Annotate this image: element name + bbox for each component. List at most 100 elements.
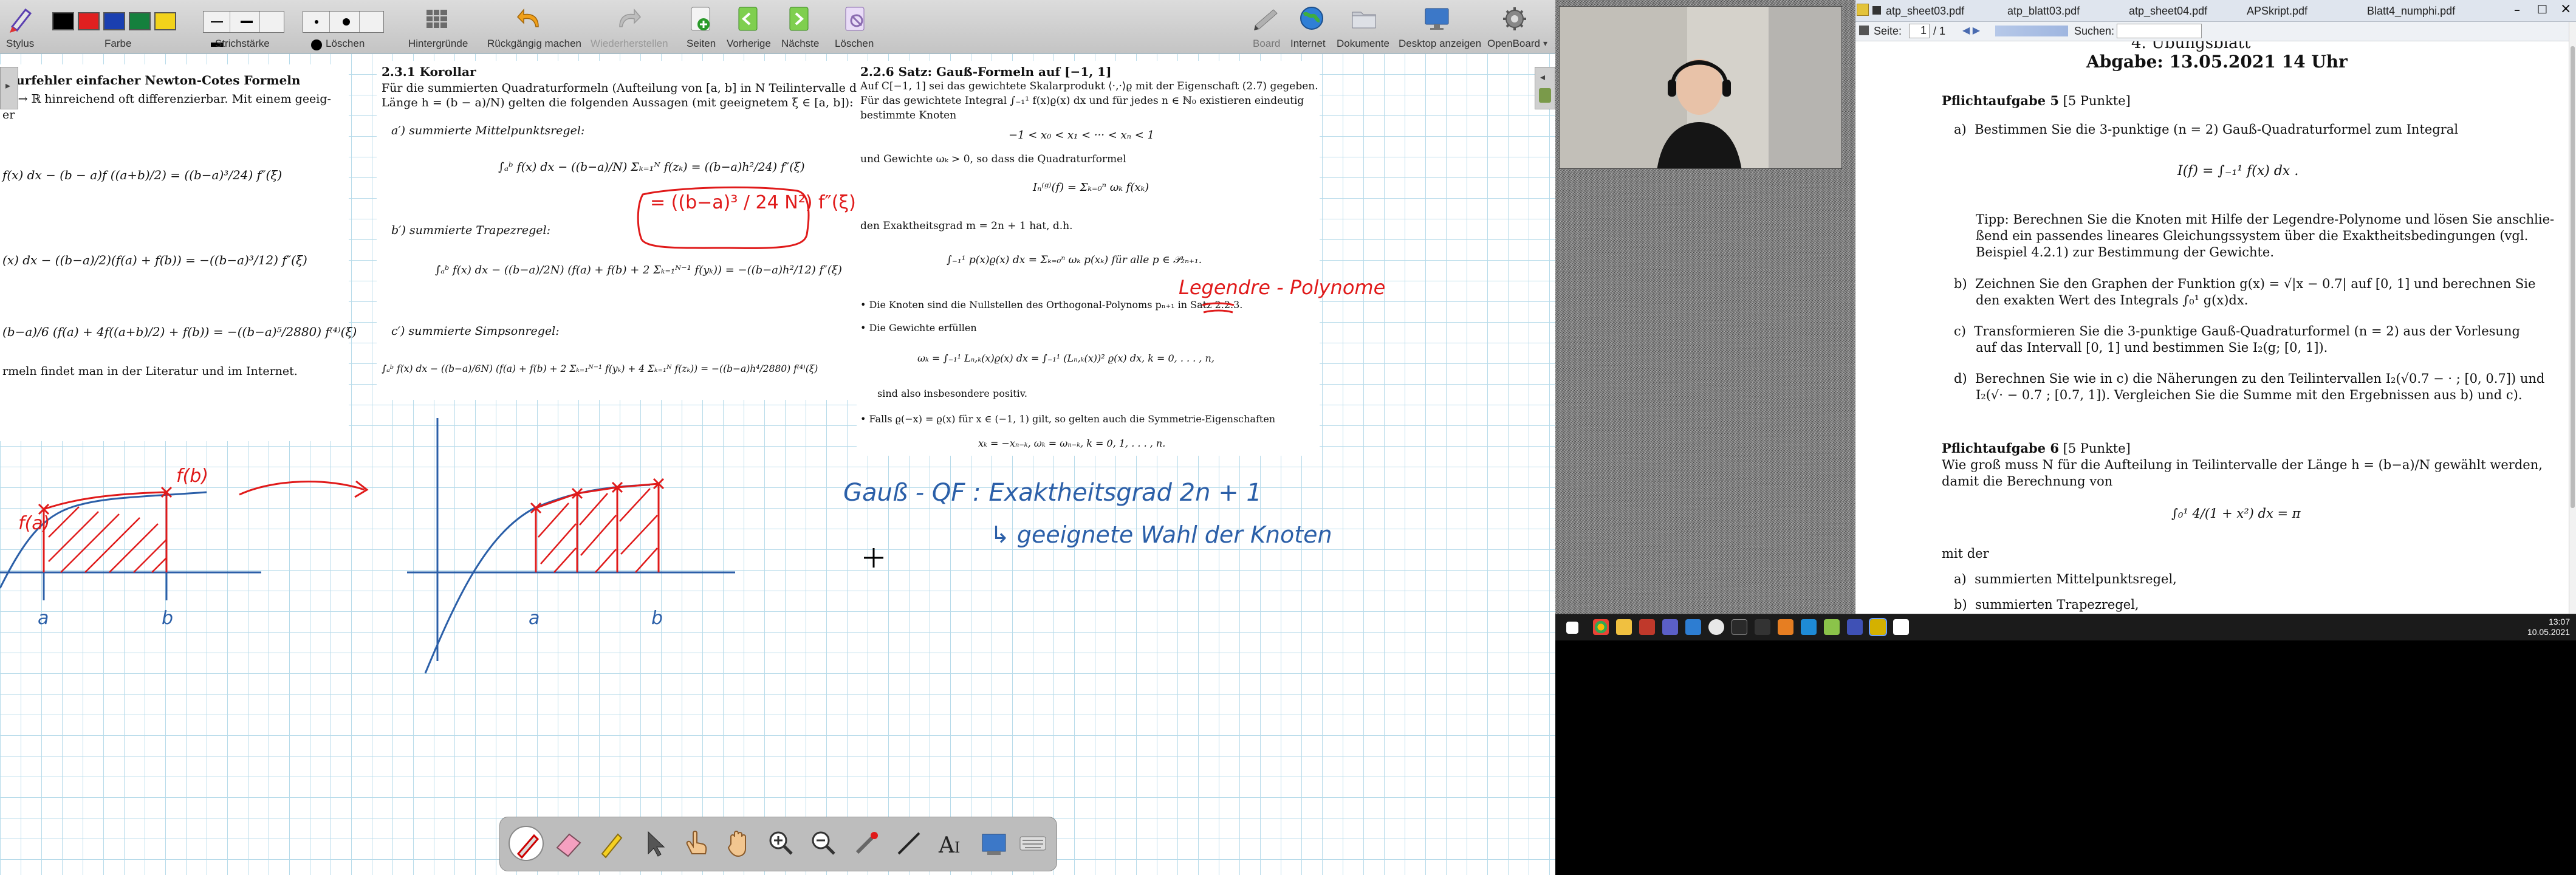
task5-integral: I(f) = ∫₋₁¹ f(x) dx . — [2177, 163, 2299, 179]
start-windows-icon[interactable] — [1566, 622, 1578, 634]
zoom-out-icon[interactable] — [806, 826, 841, 861]
background-label: Hintergründe — [408, 38, 468, 49]
explorer-folder-icon[interactable] — [1616, 619, 1632, 635]
redo-icon[interactable] — [611, 2, 644, 35]
pdf-toolbar: Seite: 1 / 1 ◀ ▶ Suchen: — [1855, 22, 2576, 41]
board-mode-icon[interactable] — [1249, 2, 1282, 35]
selector-arrow-icon[interactable] — [636, 826, 671, 861]
text-tool-icon[interactable]: AI — [934, 826, 969, 861]
left-panel-toggle[interactable]: ▸ — [0, 67, 18, 109]
taskbar-app-icon[interactable] — [1685, 619, 1701, 635]
satz-text: bestimmte Knoten — [860, 109, 957, 122]
sketch-plot-left — [0, 486, 261, 600]
documents-folder-icon[interactable] — [1348, 2, 1380, 35]
floating-tool-palette: AI — [499, 817, 1057, 871]
pdf-tab[interactable]: atp_sheet03.pdf — [1886, 5, 1964, 18]
highlighter-tool-icon[interactable] — [594, 826, 629, 861]
taskbar-app-icon[interactable] — [1708, 619, 1724, 635]
korollar-formula-c: ∫ₐᵇ f(x) dx − ((b−a)/6N) (f(a) + f(b) + … — [382, 363, 818, 374]
korollar-item-b: b′) summierte Trapezregel: — [391, 224, 550, 237]
sheet-title: 4. Übungsblatt — [2131, 41, 2251, 52]
app-logo-icon — [1857, 4, 1869, 16]
satz-text: Für das gewichtete Integral ∫₋₁¹ f(x)ϱ(x… — [860, 95, 1304, 107]
eraser-tool-icon[interactable] — [551, 826, 586, 861]
openboard-label: OpenBoard — [1487, 38, 1540, 49]
internet-globe-icon[interactable] — [1295, 2, 1328, 35]
taskbar-app-icon[interactable] — [1639, 619, 1655, 635]
zoom-controls-icon[interactable] — [1995, 26, 2068, 36]
sidebar-toggle-icon[interactable] — [1859, 26, 1869, 35]
search-input[interactable] — [2117, 24, 2202, 38]
pdf-tab[interactable]: atp_sheet04.pdf — [2129, 5, 2207, 18]
clock-time: 13:07 — [2548, 617, 2570, 626]
document-page-left: aturfehler einfacher Newton-Cotes Formel… — [0, 64, 357, 441]
sketch-label-b: b — [162, 608, 174, 629]
right-panel-toggle[interactable]: ◂ — [1535, 67, 1555, 109]
color-red-swatch[interactable] — [78, 12, 100, 30]
pdf-page[interactable]: 4. Übungsblatt Abgabe: 13.05.2021 14 Uhr… — [1855, 41, 2570, 620]
page-label: Seite: — [1874, 25, 1902, 37]
pdf-tab[interactable]: atp_blatt03.pdf — [2007, 5, 2080, 18]
interact-hand-icon[interactable] — [679, 826, 714, 861]
whiteboard-canvas[interactable]: aturfehler einfacher Newton-Cotes Formel… — [0, 53, 1555, 875]
pdf-scrollbar[interactable] — [2569, 22, 2576, 620]
pdf-tab-active[interactable]: Blatt4_numphi.pdf — [2367, 5, 2455, 18]
taskbar-clock[interactable]: 13:07 10.05.2021 — [2527, 617, 2570, 637]
taskbar-app-icon[interactable] — [1893, 619, 1909, 635]
stroke-thin-option[interactable] — [204, 12, 230, 32]
desktop-monitor-icon[interactable] — [1420, 2, 1453, 35]
satz-formula-quadrature: Iₙ⁽ᵍ⁾(f) = Σₖ₌₀ⁿ ωₖ f(xₖ) — [1033, 181, 1149, 194]
laser-pointer-icon[interactable] — [849, 826, 884, 861]
stylus-label: Stylus — [6, 38, 35, 49]
chrome-icon[interactable] — [1593, 619, 1609, 635]
capture-tool-icon[interactable] — [976, 826, 1012, 861]
next-page-icon[interactable] — [783, 2, 815, 35]
taskbar-app-icon[interactable] — [1755, 619, 1770, 635]
doc-left-footer: rmeln findet man in der Literatur und im… — [2, 365, 298, 378]
stroke-width-selector[interactable] — [203, 11, 284, 47]
toolbar-more-icon[interactable]: ▾ — [1543, 39, 1547, 49]
page-number-input[interactable]: 1 — [1909, 24, 1930, 38]
taskbar-app-icon[interactable] — [1801, 619, 1817, 635]
redo-label: Wiederherstellen — [591, 38, 668, 49]
close-icon[interactable]: × — [2560, 1, 2571, 16]
virtual-keyboard-icon[interactable] — [1015, 826, 1050, 861]
stylus-icon[interactable] — [4, 2, 36, 35]
color-black-swatch[interactable] — [52, 12, 74, 30]
sketch-plot-composite — [407, 418, 735, 674]
pen-tool-icon[interactable] — [509, 826, 544, 861]
previous-page-icon[interactable] — [731, 2, 764, 35]
nav-arrows-icon[interactable]: ◀ ▶ — [1962, 24, 1980, 36]
stroke-medium-option[interactable] — [233, 12, 261, 32]
pan-hand-icon[interactable] — [721, 826, 756, 861]
taskbar-app-icon[interactable] — [1847, 619, 1863, 635]
webcam-video — [1559, 6, 1842, 169]
openboard-menu-gear-icon[interactable] — [1498, 2, 1531, 35]
background-grid-icon[interactable] — [420, 2, 453, 35]
pdf-tab[interactable]: APSkript.pdf — [2247, 5, 2307, 18]
pdf-scroll-thumb[interactable] — [2571, 46, 2575, 508]
task6-item-a: a) summierten Mittelpunktsregel, — [1954, 572, 2177, 586]
pdf-reader-taskbar-icon[interactable] — [1869, 618, 1887, 636]
doc-left-formula-simpson: (b−a)/6 (f(a) + 4f((a+b)/2) + f(b)) = −(… — [2, 324, 357, 339]
maximize-icon[interactable]: □ — [2537, 2, 2547, 15]
taskbar-app-icon[interactable] — [1824, 619, 1840, 635]
add-page-icon[interactable] — [684, 2, 717, 35]
minimize-icon[interactable]: – — [2514, 2, 2520, 17]
taskbar-app-icon[interactable] — [1778, 619, 1793, 635]
eraser-small-option[interactable] — [303, 12, 330, 32]
undo-icon[interactable] — [514, 2, 547, 35]
color-blue-swatch[interactable] — [103, 12, 125, 30]
color-green-swatch[interactable] — [129, 12, 151, 30]
line-tool-icon[interactable] — [891, 826, 927, 861]
zoom-in-icon[interactable] — [764, 826, 799, 861]
collapse-right-icon: ◂ — [1540, 71, 1546, 83]
teams-icon[interactable] — [1662, 619, 1678, 635]
korollar-item-a: a′) summierte Mittelpunktsregel: — [391, 124, 585, 137]
color-yellow-swatch[interactable] — [154, 12, 176, 30]
eraser-medium-option[interactable] — [333, 12, 360, 32]
delete-page-icon[interactable] — [838, 2, 871, 35]
doc-left-formula-midpoint: f(x) dx − (b − a)f ((a+b)/2) = ((b−a)³/2… — [2, 168, 283, 182]
terminal-icon[interactable] — [1732, 619, 1747, 635]
eraser-size-selector[interactable] — [303, 11, 384, 50]
